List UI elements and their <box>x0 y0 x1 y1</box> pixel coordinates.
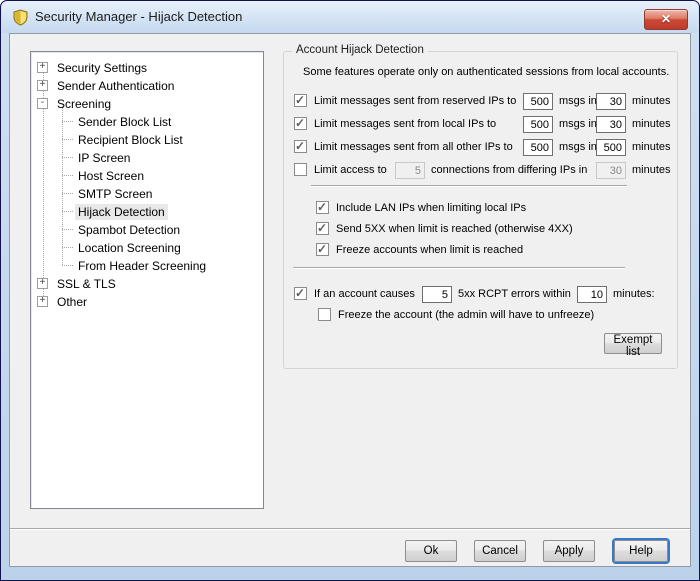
expand-plus-icon[interactable]: + <box>37 278 48 289</box>
sidebar-item-recipient-block-list[interactable]: Recipient Block List <box>31 131 261 148</box>
help-button[interactable]: Help <box>614 540 668 562</box>
sidebar-item-from-header-screening[interactable]: From Header Screening <box>31 257 261 274</box>
expand-plus-icon[interactable]: + <box>37 296 48 307</box>
local-msgs-input[interactable] <box>523 116 553 133</box>
collapse-minus-icon[interactable]: - <box>37 98 48 109</box>
freeze-accounts-checkbox[interactable] <box>316 242 329 256</box>
limit-reserved-ips-checkbox[interactable] <box>294 93 307 107</box>
window-title: Security Manager - Hijack Detection <box>35 9 243 24</box>
tree-item-label: IP Screen <box>78 150 131 165</box>
sidebar-item-host-screen[interactable]: Host Screen <box>31 167 261 184</box>
group-note: Some features operate only on authentica… <box>303 66 670 78</box>
limit-other-ips-label[interactable]: Limit messages sent from all other IPs t… <box>314 141 513 153</box>
tree-item-label: From Header Screening <box>78 258 207 273</box>
separator <box>311 185 627 187</box>
apply-button[interactable]: Apply <box>543 540 595 562</box>
freeze-account-row[interactable]: Freeze the account (the admin will have … <box>284 307 677 324</box>
footer-separator <box>10 528 690 530</box>
title-bar[interactable]: Security Manager - Hijack Detection ✕ <box>2 1 698 33</box>
limit-reserved-ips-row: Limit messages sent from reserved IPs to… <box>284 93 677 110</box>
sidebar-item-sender-block-list[interactable]: Sender Block List <box>31 113 261 130</box>
access-minutes-unit: minutes <box>632 164 671 176</box>
reserved-msgs-unit: msgs in <box>559 95 597 107</box>
tree-item-label: Spambot Detection <box>78 222 181 237</box>
send-5xx-checkbox[interactable] <box>316 221 329 235</box>
sidebar-item-spambot-detection[interactable]: Spambot Detection <box>31 221 261 238</box>
expand-plus-icon[interactable]: + <box>37 80 48 91</box>
access-mid-label: connections from differing IPs in <box>431 164 588 176</box>
reserved-minutes-input[interactable] <box>596 93 626 110</box>
expand-plus-icon[interactable]: + <box>37 62 48 73</box>
separator <box>293 267 625 269</box>
freeze-accounts-row[interactable]: Freeze accounts when limit is reached <box>284 242 677 259</box>
rcpt-mid-label: 5xx RCPT errors within <box>458 288 571 300</box>
sidebar-item-hijack-detection[interactable]: Hijack Detection <box>31 203 261 220</box>
include-lan-ips-label[interactable]: Include LAN IPs when limiting local IPs <box>336 202 526 214</box>
limit-local-ips-label[interactable]: Limit messages sent from local IPs to <box>314 118 496 130</box>
other-msgs-unit: msgs in <box>559 141 597 153</box>
close-button[interactable]: ✕ <box>644 9 688 30</box>
send-5xx-row[interactable]: Send 5XX when limit is reached (otherwis… <box>284 221 677 238</box>
local-minutes-input[interactable] <box>596 116 626 133</box>
tree-item-label: Screening <box>57 96 112 111</box>
limit-reserved-ips-label[interactable]: Limit messages sent from reserved IPs to <box>314 95 516 107</box>
tree-item-label: Sender Block List <box>78 114 172 129</box>
reserved-msgs-input[interactable] <box>523 93 553 110</box>
limit-other-ips-checkbox[interactable] <box>294 139 307 153</box>
shield-icon <box>12 9 29 26</box>
rcpt-errors-label[interactable]: If an account causes <box>314 288 415 300</box>
include-lan-ips-row[interactable]: Include LAN IPs when limiting local IPs <box>284 200 677 217</box>
tree-item-label: Other <box>57 294 88 309</box>
exempt-list-button[interactable]: Exempt list <box>604 333 662 358</box>
freeze-accounts-label[interactable]: Freeze accounts when limit is reached <box>336 244 523 256</box>
sidebar-item-location-screening[interactable]: Location Screening <box>31 239 261 256</box>
dialog-client-area: + Security Settings + Sender Authenticat… <box>9 33 691 567</box>
settings-tree: + Security Settings + Sender Authenticat… <box>30 51 264 509</box>
rcpt-errors-input[interactable] <box>422 286 452 303</box>
cancel-button[interactable]: Cancel <box>474 540 526 562</box>
send-5xx-label[interactable]: Send 5XX when limit is reached (otherwis… <box>336 223 573 235</box>
limit-access-label[interactable]: Limit access to <box>314 164 387 176</box>
tree-item-label: SSL & TLS <box>57 276 116 291</box>
freeze-account-checkbox[interactable] <box>318 308 331 321</box>
dialog-window: Security Manager - Hijack Detection ✕ + … <box>0 0 700 581</box>
sidebar-item-security-settings[interactable]: + Security Settings <box>31 59 261 76</box>
tree-item-label: Recipient Block List <box>78 132 183 147</box>
sidebar-item-ip-screen[interactable]: IP Screen <box>31 149 261 166</box>
freeze-account-label[interactable]: Freeze the account (the admin will have … <box>338 309 594 321</box>
rcpt-errors-row: If an account causes 5xx RCPT errors wit… <box>284 286 677 303</box>
limit-other-ips-row: Limit messages sent from all other IPs t… <box>284 139 677 156</box>
tree-item-label: Sender Authentication <box>57 78 175 93</box>
local-msgs-unit: msgs in <box>559 118 597 130</box>
rcpt-minutes-input[interactable] <box>577 286 607 303</box>
sidebar-item-screening[interactable]: - Screening <box>31 95 261 112</box>
ok-button[interactable]: Ok <box>405 540 457 562</box>
account-hijack-detection-group: Account Hijack Detection Some features o… <box>283 44 678 369</box>
tree-item-label: Hijack Detection <box>75 203 168 220</box>
tree-item-label: SMTP Screen <box>78 186 153 201</box>
local-minutes-unit: minutes <box>632 118 671 130</box>
include-lan-ips-checkbox[interactable] <box>316 200 329 214</box>
access-minutes-input[interactable] <box>596 162 626 179</box>
other-minutes-unit: minutes <box>632 141 671 153</box>
sidebar-item-smtp-screen[interactable]: SMTP Screen <box>31 185 261 202</box>
group-title: Account Hijack Detection <box>292 44 428 56</box>
limit-local-ips-checkbox[interactable] <box>294 116 307 130</box>
limit-access-row: Limit access to connections from differi… <box>284 162 677 179</box>
tree-item-label: Security Settings <box>57 60 148 75</box>
other-msgs-input[interactable] <box>523 139 553 156</box>
tree-item-label: Host Screen <box>78 168 145 183</box>
other-minutes-input[interactable] <box>596 139 626 156</box>
rcpt-errors-checkbox[interactable] <box>294 286 307 300</box>
tree-item-label: Location Screening <box>78 240 181 255</box>
limit-access-checkbox[interactable] <box>294 163 307 176</box>
sidebar-item-sender-authentication[interactable]: + Sender Authentication <box>31 77 261 94</box>
limit-local-ips-row: Limit messages sent from local IPs to ms… <box>284 116 677 133</box>
rcpt-minutes-unit: minutes: <box>613 288 655 300</box>
sidebar-item-other[interactable]: + Other <box>31 293 261 310</box>
reserved-minutes-unit: minutes <box>632 95 671 107</box>
sidebar-item-ssl-tls[interactable]: + SSL & TLS <box>31 275 261 292</box>
access-connections-input[interactable] <box>395 162 425 179</box>
